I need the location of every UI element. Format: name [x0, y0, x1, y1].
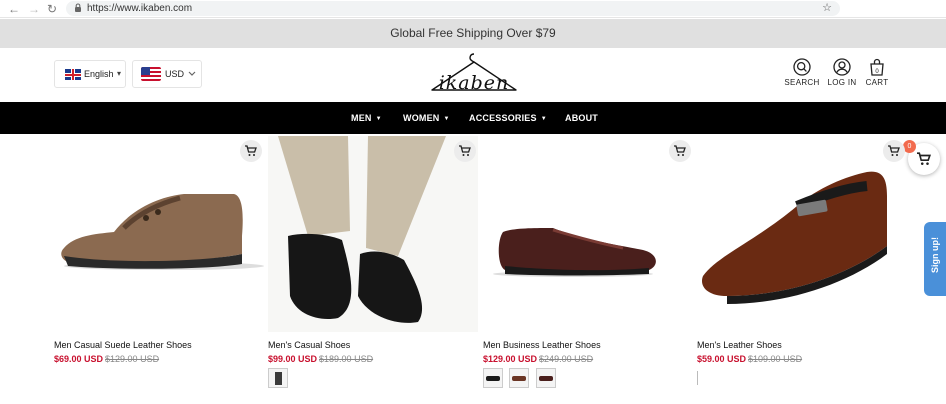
sale-price: $129.00 USD: [483, 354, 538, 364]
product-card[interactable]: Men's Leather Shoes $59.00 USD $109.00 US…: [697, 136, 907, 385]
product-card[interactable]: Men Business Leather Shoes $129.00 USD $2…: [483, 136, 693, 388]
color-swatch[interactable]: [268, 368, 288, 388]
cart-icon: [674, 145, 686, 156]
logo-wordmark: ikaben: [438, 72, 510, 94]
cart-icon: [917, 152, 931, 165]
product-price: $129.00 USD $249.00 USD: [483, 354, 593, 364]
add-to-cart-button[interactable]: [454, 140, 476, 162]
product-price: $69.00 USD $129.00 USD: [54, 354, 159, 364]
color-swatches: [697, 368, 698, 388]
menu-item-accessories[interactable]: ACCESSORIES ▼: [469, 102, 547, 135]
address-bar[interactable]: https://www.ikaben.com ☆: [66, 1, 840, 16]
floating-cart-button[interactable]: 0: [903, 140, 940, 175]
swatch-divider: [697, 371, 698, 385]
shoe-image-icon: [61, 194, 264, 270]
login-label: LOG IN: [827, 78, 857, 87]
cart-icon: [245, 145, 257, 156]
cart-icon: [888, 145, 900, 156]
uk-flag-icon: [65, 69, 81, 80]
currency-selector[interactable]: USD: [132, 60, 202, 88]
product-card[interactable]: Men Casual Suede Leather Shoes $69.00 US…: [54, 136, 264, 364]
add-to-cart-button[interactable]: [883, 140, 905, 162]
color-swatches: [268, 368, 290, 388]
shoe-image-icon: [493, 228, 656, 277]
site-header: English ▾ USD ikaben SEARCH LOG IN 0 CAR…: [0, 48, 946, 102]
forward-arrow-icon[interactable]: →: [28, 1, 40, 17]
menu-item-men[interactable]: MEN ▼: [351, 102, 382, 135]
shoe-image-icon: [702, 171, 887, 304]
color-swatch[interactable]: [483, 368, 503, 388]
signup-tab[interactable]: Sign up!: [924, 222, 946, 296]
product-image[interactable]: [268, 136, 478, 332]
color-swatch[interactable]: [535, 368, 556, 388]
shoe-image-icon: [278, 136, 446, 323]
cart-button[interactable]: 0 CART: [857, 58, 897, 87]
language-label: English: [84, 69, 114, 79]
product-price: $99.00 USD $189.00 USD: [268, 354, 373, 364]
shopping-bag-icon: 0: [870, 58, 884, 76]
product-image[interactable]: [483, 136, 693, 332]
language-selector[interactable]: English ▾: [54, 60, 126, 88]
bookmark-star-icon[interactable]: ☆: [822, 1, 832, 15]
caret-down-icon: ▾: [117, 69, 122, 78]
main-menu: MEN ▼ WOMEN ▼ ACCESSORIES ▼ ABOUT: [0, 102, 946, 134]
reload-icon[interactable]: ↻: [47, 1, 57, 17]
site-logo[interactable]: ikaben: [428, 50, 520, 100]
product-title[interactable]: Men Business Leather Shoes: [483, 340, 601, 350]
product-price: $59.00 USD $109.00 USD: [697, 354, 802, 364]
cart-label: CART: [865, 78, 889, 87]
compare-price: $109.00 USD: [748, 354, 803, 364]
compare-price: $189.00 USD: [319, 354, 374, 364]
product-image[interactable]: [54, 136, 264, 332]
cart-icon: [459, 145, 471, 156]
color-swatches: [483, 368, 558, 388]
us-flag-icon: [141, 67, 161, 81]
signup-label: Sign up!: [930, 237, 940, 273]
color-swatch[interactable]: [509, 368, 530, 388]
cart-count: 0: [875, 69, 879, 75]
login-button[interactable]: LOG IN: [822, 58, 862, 87]
menu-item-about[interactable]: ABOUT: [565, 102, 598, 134]
add-to-cart-button[interactable]: [240, 140, 262, 162]
compare-price: $129.00 USD: [105, 354, 160, 364]
dropdown-arrow-icon: ▼: [443, 116, 450, 122]
sale-price: $69.00 USD: [54, 354, 104, 364]
browser-toolbar: ← → ↻ https://www.ikaben.com ☆: [0, 0, 946, 18]
search-label: SEARCH: [784, 78, 820, 87]
sale-price: $59.00 USD: [697, 354, 747, 364]
sale-price: $99.00 USD: [268, 354, 318, 364]
search-button[interactable]: SEARCH: [782, 58, 822, 87]
chevron-down-icon: [188, 61, 196, 88]
compare-price: $249.00 USD: [539, 354, 594, 364]
user-icon: [833, 58, 851, 76]
search-icon: [793, 58, 811, 76]
product-title[interactable]: Men's Casual Shoes: [268, 340, 350, 350]
add-to-cart-button[interactable]: [669, 140, 691, 162]
product-title[interactable]: Men Casual Suede Leather Shoes: [54, 340, 192, 350]
product-image[interactable]: [697, 136, 907, 332]
product-title[interactable]: Men's Leather Shoes: [697, 340, 782, 350]
lock-icon: [74, 3, 82, 14]
back-arrow-icon[interactable]: ←: [8, 1, 20, 17]
product-card[interactable]: Men's Casual Shoes $99.00 USD $189.00 USD: [268, 136, 478, 388]
menu-item-women[interactable]: WOMEN ▼: [403, 102, 450, 135]
url-text: https://www.ikaben.com: [87, 3, 193, 14]
dropdown-arrow-icon: ▼: [375, 116, 382, 122]
currency-label: USD: [165, 69, 185, 79]
announcement-bar: Global Free Shipping Over $79: [0, 19, 946, 48]
dropdown-arrow-icon: ▼: [540, 116, 547, 122]
